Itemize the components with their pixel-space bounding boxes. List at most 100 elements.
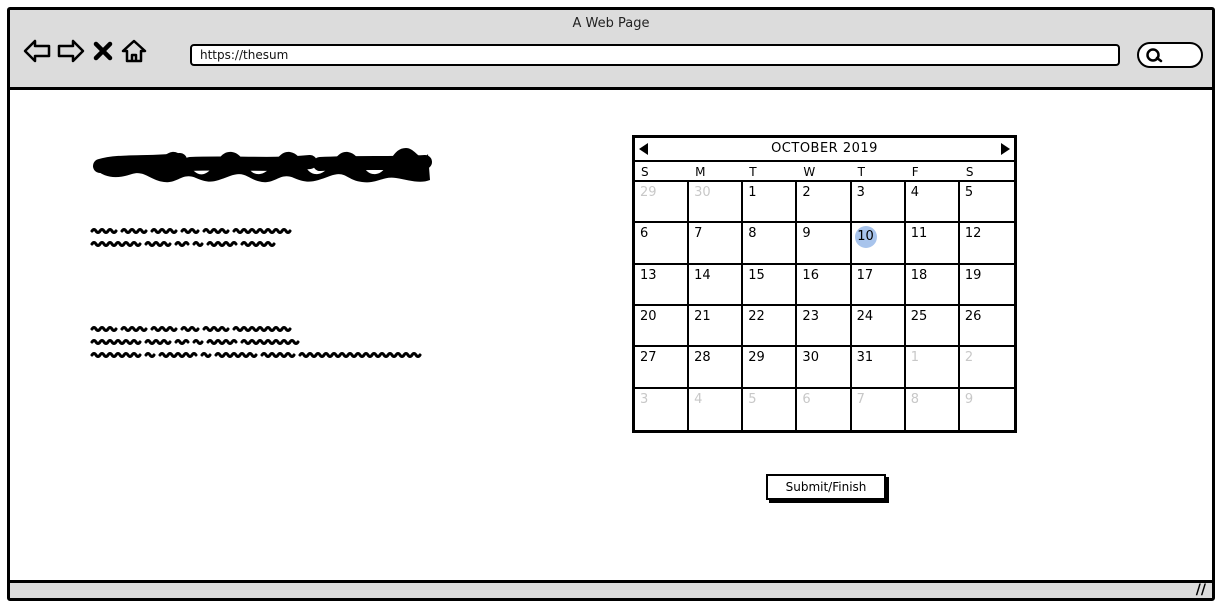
calendar-day[interactable]: 2 [797,182,852,224]
calendar-day[interactable]: 8 [743,223,798,265]
calendar-day[interactable]: 9 [797,223,852,265]
weekday-label: S [641,165,649,179]
calendar-day-number: 18 [910,267,928,283]
calendar-day[interactable]: 14 [689,264,744,306]
calendar-day-number: 5 [964,185,974,200]
calendar-day-number: 11 [910,226,928,242]
calendar-day[interactable]: 25 [905,305,960,348]
calendar-day[interactable]: 24 [851,305,906,348]
calendar-day[interactable]: 4 [689,388,744,430]
calendar-day[interactable]: 29 [743,347,798,389]
close-icon[interactable] [90,38,116,64]
calendar-day[interactable]: 20 [635,305,690,348]
calendar-day[interactable]: 11 [905,223,960,265]
calendar-days-grid: 29 30 1 2 3 4 5 6 7 8 9 10 11 12 13 14 15 16 17 18 19 20 21 22 2… [635,182,1014,430]
calendar-day-number: 6 [640,226,649,242]
calendar-day[interactable]: 23 [797,305,852,348]
calendar-day-number: 2 [964,350,974,366]
calendar-day[interactable]: 30 [689,182,744,224]
submit-finish-button[interactable]: Submit/Finish [766,474,886,500]
calendar-day[interactable]: 7 [852,388,906,430]
calendar-day-number: 29 [640,185,657,200]
calendar-day[interactable]: 29 [635,182,690,224]
calendar-day-number: 21 [694,308,711,324]
calendar-day-number: 26 [964,308,982,324]
calendar-day[interactable]: 19 [959,265,1014,306]
calendar-day[interactable]: 28 [689,347,744,389]
calendar-day-number: 25 [910,308,928,324]
calendar-day[interactable]: 6 [635,223,690,265]
calendar-day-number: 14 [694,267,711,283]
calendar-day-number: 1 [910,350,919,366]
calendar-day[interactable]: 17 [851,264,906,306]
calendar-day-number: 30 [694,185,711,200]
calendar-day[interactable]: 27 [635,347,690,389]
calendar-day-number: 20 [640,308,657,324]
url-text: https://thesum [200,48,289,62]
calendar-day-number: 19 [964,267,982,283]
calendar-day[interactable]: 5 [959,182,1014,224]
calendar-day[interactable]: 7 [689,223,744,265]
calendar-day-number: 3 [856,185,865,200]
calendar-day[interactable]: 15 [743,264,798,306]
calendar-day-number: 9 [802,226,811,242]
weekday-label: S [965,165,974,179]
calendar-day[interactable]: 1 [743,182,798,224]
calendar-day-number: 1 [748,185,757,200]
calendar-day-number: 9 [964,391,974,407]
month-label: OCTOBER 2019 [771,141,878,156]
calendar-day[interactable]: 2 [959,347,1014,389]
calendar-day[interactable]: 30 [797,347,852,389]
resize-grip-icon[interactable]: // [1196,582,1206,598]
back-arrow-icon[interactable] [22,38,52,64]
paragraph-placeholder [90,228,292,247]
calendar-day-number: 5 [748,391,757,407]
calendar-day-number: 3 [640,391,649,407]
calendar-day-number: 12 [964,226,982,242]
calendar-day-number: 28 [694,350,711,366]
home-icon[interactable] [120,38,148,64]
calendar-day-number: 13 [640,267,657,283]
paragraph-placeholder [90,326,422,358]
search-icon [1146,48,1163,63]
window-title: A Web Page [572,16,650,31]
calendar-day[interactable]: 8 [906,388,960,430]
calendar-day-number: 8 [748,226,757,242]
calendar-day[interactable]: 12 [959,223,1014,265]
calendar-day-selected[interactable]: 10 [851,223,906,265]
calendar-day[interactable]: 4 [905,182,960,224]
calendar-day[interactable]: 3 [635,388,690,430]
calendar-day-number: 15 [748,267,765,283]
calendar-day[interactable]: 9 [960,389,1014,430]
weekday-header: S M T W T F S [635,162,1014,182]
address-bar[interactable]: https://thesum [190,44,1120,66]
search-button[interactable] [1137,42,1203,68]
forward-arrow-icon[interactable] [56,38,86,64]
calendar-day-number: 4 [694,391,703,407]
browser-window: A Web Page https://thesum OCTOBER 2019 S… [7,7,1215,601]
calendar-day-number: 7 [856,391,865,407]
calendar-day[interactable]: 22 [743,305,798,348]
weekday-label: W [803,165,816,179]
calendar-day-number: 2 [802,185,811,200]
calendar-day[interactable]: 13 [635,264,690,306]
calendar-day-number: 30 [802,350,819,366]
calendar-day[interactable]: 16 [797,264,852,306]
weekday-label: M [695,165,706,179]
calendar-day-number: 24 [856,308,874,324]
weekday-label: F [911,165,919,179]
calendar-day[interactable]: 31 [851,347,906,389]
calendar-day[interactable]: 1 [905,347,960,389]
calendar-day-number: 8 [910,391,919,407]
calendar-day[interactable]: 18 [905,264,960,306]
calendar-day[interactable]: 3 [851,182,906,224]
calendar-day-number: 4 [910,185,919,200]
calendar-day[interactable]: 21 [689,305,744,348]
heading-placeholder [93,148,432,183]
status-bar: // [10,580,1212,598]
calendar-day-number: 10 [854,226,877,249]
calendar-day[interactable]: 26 [959,306,1014,348]
calendar-day[interactable]: 6 [797,388,852,430]
next-month-icon[interactable] [1001,143,1010,155]
calendar-day[interactable]: 5 [743,388,798,430]
